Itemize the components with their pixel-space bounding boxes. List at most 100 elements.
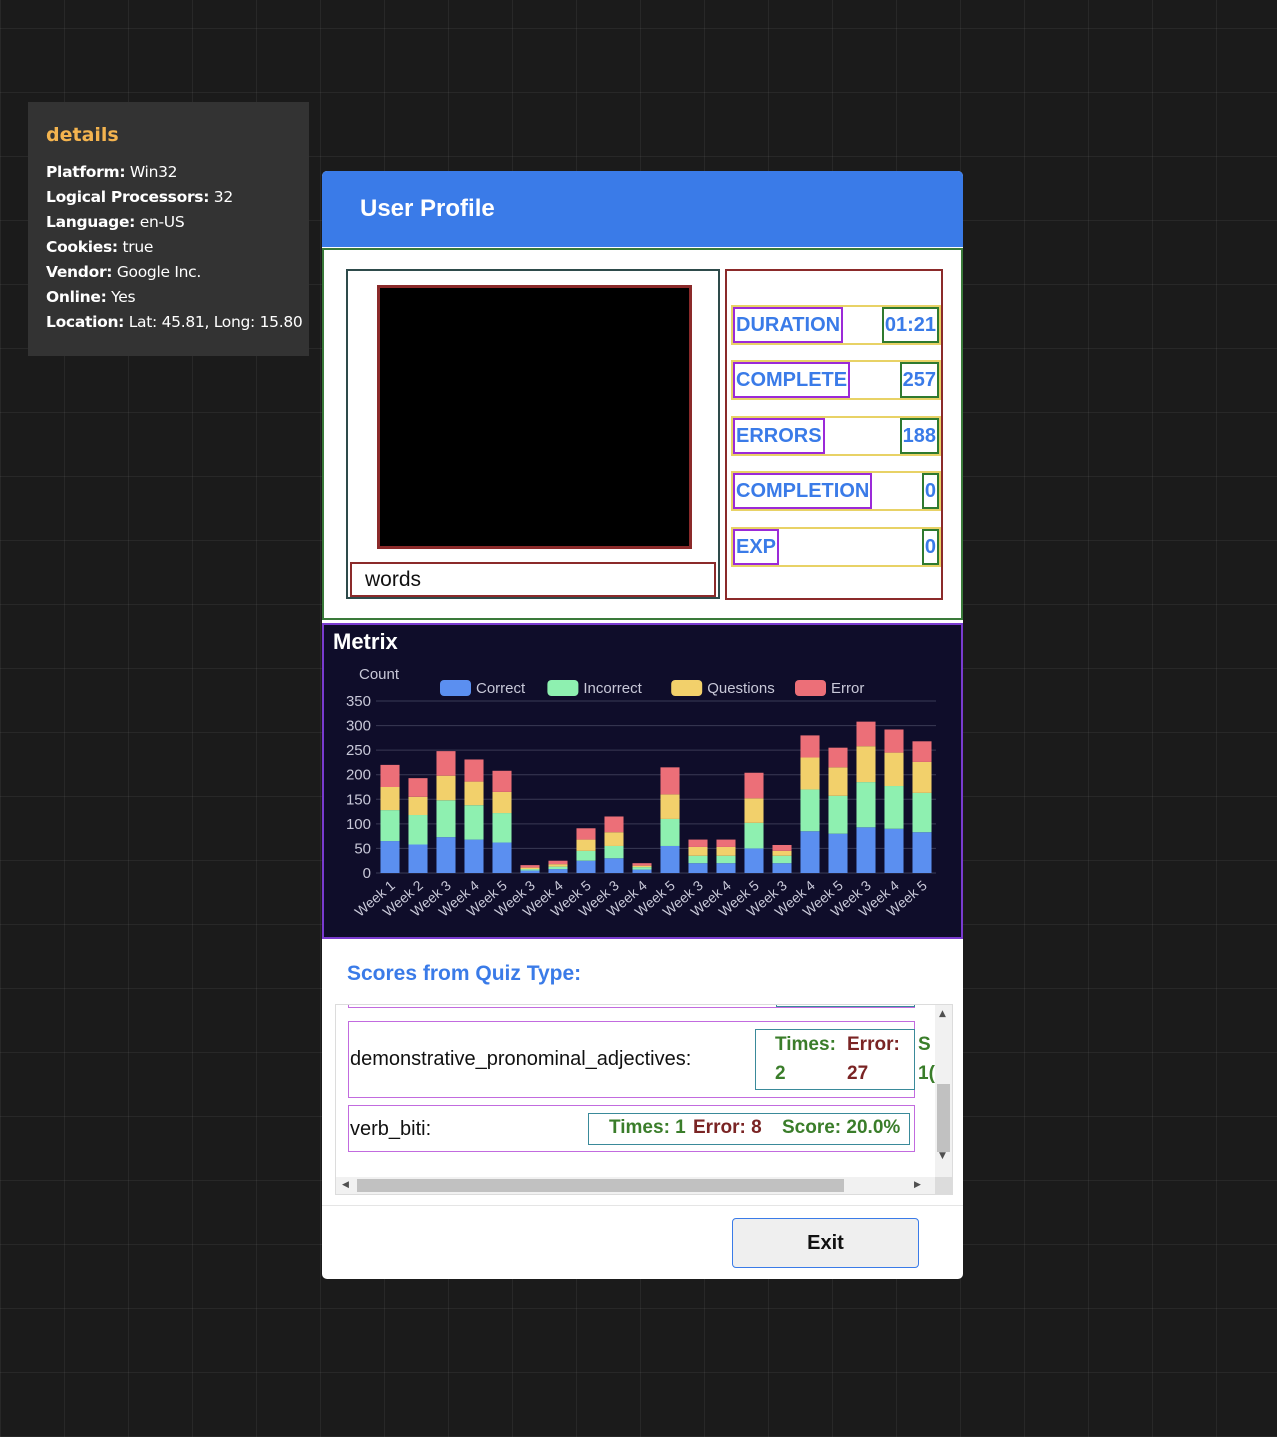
profile-section: words DURATION 01:21 COMPLETE 257 ERRORS… [322, 248, 963, 620]
details-key: Location: [46, 313, 125, 331]
bar-segment [520, 870, 540, 873]
quiz-stats: Times: 1 Error: 8 Score: 20.0% [588, 1113, 910, 1145]
bar-segment [744, 822, 764, 849]
bar-segment [688, 839, 708, 847]
bar-segment [800, 789, 820, 832]
bar-segment [464, 759, 484, 782]
bar-segment [772, 855, 792, 864]
details-value: Yes [111, 288, 136, 306]
quiz-row: demonstrative_pronominal_adjectives: Tim… [348, 1021, 935, 1098]
stat-label: ERRORS [733, 418, 825, 454]
bar-segment [380, 810, 400, 842]
bar-segment [716, 839, 736, 847]
details-row-location: Location: Lat: 45.81, Long: 15.80 [46, 310, 303, 335]
bar-segment [828, 767, 848, 796]
bar-segment [492, 791, 512, 814]
details-key: Online: [46, 288, 107, 306]
details-key: Cookies: [46, 238, 118, 256]
bar-segment [912, 761, 932, 793]
horizontal-scroll-thumb[interactable] [357, 1179, 844, 1192]
exit-button[interactable]: Exit [732, 1218, 919, 1268]
bar-segment [492, 770, 512, 792]
stat-label: EXP [733, 529, 780, 565]
bar-segment [576, 839, 596, 851]
bar-segment [520, 867, 540, 870]
bar-segment [800, 757, 820, 790]
legend-swatch [440, 680, 471, 696]
bar-segment [604, 816, 624, 833]
stat-value: 188 [899, 418, 939, 454]
y-tick-label: 100 [346, 816, 371, 833]
details-key: Language: [46, 213, 136, 231]
y-tick-label: 200 [346, 767, 371, 784]
bar-segment [716, 863, 736, 873]
scroll-down-icon[interactable]: ▼ [939, 1151, 946, 1161]
scores-title: Scores from Quiz Type: [347, 962, 582, 985]
y-tick-label: 50 [354, 840, 371, 857]
bar-segment [464, 805, 484, 840]
y-tick-label: 0 [363, 865, 371, 882]
bar-segment [436, 775, 456, 801]
bar-segment [912, 741, 932, 762]
scroll-right-icon[interactable]: ▶ [914, 1180, 921, 1190]
scroll-left-icon[interactable]: ◀ [342, 1180, 349, 1190]
username-field: words [350, 562, 716, 597]
bar-segment [744, 848, 764, 873]
chart-title: Metrix [333, 629, 399, 654]
scrollbar-corner [935, 1177, 952, 1194]
stat-label: COMPLETION [733, 473, 873, 509]
bar-segment [800, 735, 820, 758]
vertical-scrollbar[interactable]: ▲ ▼ [935, 1005, 952, 1177]
scores-list[interactable]: demonstrative_pronominal_adjectives: Tim… [335, 1004, 953, 1195]
footer-divider [322, 1205, 963, 1206]
legend-swatch [671, 680, 703, 696]
details-row-online: Online: Yes [46, 285, 291, 310]
bar-segment [408, 796, 428, 816]
bar-segment [436, 837, 456, 873]
details-key: Platform: [46, 163, 126, 181]
bar-segment [436, 800, 456, 838]
bar-segment [632, 867, 652, 870]
details-row-platform: Platform: Win32 [46, 160, 291, 185]
y-tick-label: 350 [346, 693, 371, 710]
bar-segment [464, 781, 484, 806]
bar-segment [660, 767, 680, 795]
quiz-row-partial [348, 1005, 915, 1008]
bar-segment [380, 787, 400, 811]
bar-segment [828, 795, 848, 834]
legend-label: Incorrect [583, 680, 642, 697]
details-key: Logical Processors: [46, 188, 210, 206]
scroll-up-icon[interactable]: ▲ [939, 1009, 946, 1019]
bar-segment [548, 869, 568, 873]
stat-errors: ERRORS 188 [731, 416, 941, 456]
bar-segment [604, 832, 624, 846]
y-axis-label: Count [359, 666, 400, 683]
legend-label: Error [831, 680, 864, 697]
quiz-stats: Times: 2 Error: 27 S 1( [755, 1029, 935, 1090]
vertical-scroll-thumb[interactable] [937, 1084, 950, 1152]
y-tick-label: 150 [346, 791, 371, 808]
error-label: Error: [847, 1034, 900, 1055]
details-value: Google Inc. [116, 263, 201, 281]
bar-segment [688, 855, 708, 864]
times-label: Times: [775, 1034, 836, 1055]
error-value: 27 [847, 1063, 869, 1084]
stat-value: 0 [921, 473, 939, 509]
legend-label: Correct [476, 680, 526, 697]
bar-segment [492, 842, 512, 873]
bar-segment [380, 841, 400, 873]
metrix-chart: Metrix Count Correct Incorrect Questions Erro… [333, 629, 936, 920]
bar-segment [772, 850, 792, 856]
bar-segment [464, 839, 484, 873]
details-row-processors: Logical Processors: 32 [46, 185, 291, 210]
details-row-vendor: Vendor: Google Inc. [46, 260, 291, 285]
bar-segment [436, 751, 456, 776]
horizontal-scrollbar[interactable]: ◀ ▶ [336, 1177, 935, 1194]
bar-segment [688, 846, 708, 856]
stat-duration: DURATION 01:21 [731, 305, 941, 345]
bar-segment [716, 846, 736, 856]
metrix-chart-panel: Metrix Count Correct Incorrect Questions Erro… [322, 623, 963, 939]
bar-segment [660, 818, 680, 846]
details-panel: details Platform: Win32 Logical Processo… [28, 102, 309, 356]
times-value: 2 [775, 1063, 786, 1084]
